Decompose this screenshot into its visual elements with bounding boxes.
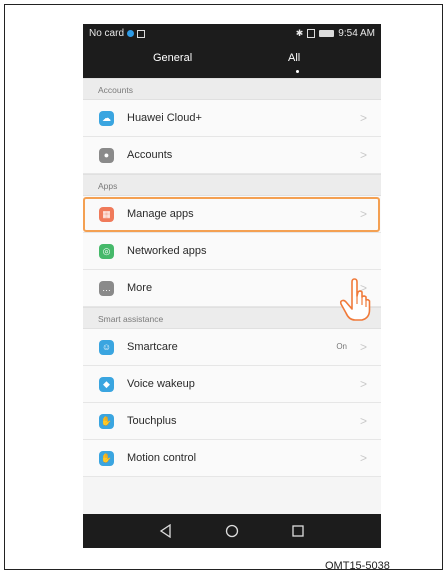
status-value: On (336, 342, 347, 351)
settings-item-accounts[interactable]: ● Accounts > (83, 137, 381, 174)
status-bar: No card ✱ 9:54 AM (83, 24, 381, 42)
carrier-text: No card (89, 28, 125, 39)
tab-selected-indicator (296, 70, 299, 73)
home-icon[interactable] (222, 521, 242, 541)
settings-item-huawei-cloud[interactable]: ☁ Huawei Cloud+ > (83, 100, 381, 137)
phone-screen: No card ✱ 9:54 AM General All Accounts ☁… (83, 24, 381, 548)
account-icon: ● (99, 148, 114, 163)
image-icon (137, 29, 146, 38)
chevron-right-icon: > (359, 340, 367, 354)
settings-item-label: Huawei Cloud+ (127, 112, 202, 124)
navigation-bar (83, 514, 381, 548)
settings-item-voice-wakeup[interactable]: ◆ Voice wakeup > (83, 366, 381, 403)
bluetooth-icon: ✱ (295, 28, 304, 38)
smartcare-icon: ☺ (99, 340, 114, 355)
settings-item-label: Networked apps (127, 245, 207, 257)
battery-icon (319, 30, 335, 37)
settings-item-touchplus[interactable]: ✋ Touchplus > (83, 403, 381, 440)
voice-icon: ◆ (99, 377, 114, 392)
chevron-right-icon: > (359, 148, 367, 162)
chevron-right-icon: > (359, 414, 367, 428)
more-icon: … (99, 281, 114, 296)
settings-item-label: Touchplus (127, 415, 177, 427)
settings-item-networked-apps[interactable]: ◎ Networked apps (83, 233, 381, 270)
settings-item-more[interactable]: … More > (83, 270, 381, 307)
tab-bar: General All (83, 42, 381, 78)
blue-dot-icon (127, 30, 135, 37)
chevron-right-icon: > (359, 377, 367, 391)
tab-general[interactable]: General (153, 52, 192, 64)
settings-item-label: Motion control (127, 452, 197, 464)
settings-item-label: Accounts (127, 149, 173, 161)
back-icon[interactable] (156, 521, 176, 541)
recent-apps-icon[interactable] (288, 521, 308, 541)
motion-icon: ✋ (99, 451, 114, 466)
tap-hand-icon (339, 278, 371, 321)
chevron-right-icon: > (359, 451, 367, 465)
sim-icon (307, 29, 316, 38)
settings-item-label: Voice wakeup (127, 378, 195, 390)
section-header-apps: Apps (83, 174, 381, 196)
cloud-icon: ☁ (99, 111, 114, 126)
section-header-smart-assistance: Smart assistance (83, 307, 381, 329)
chevron-right-icon: > (359, 207, 367, 221)
settings-item-manage-apps[interactable]: ▦ Manage apps > (83, 196, 381, 233)
figure-frame: No card ✱ 9:54 AM General All Accounts ☁… (4, 4, 443, 572)
tab-all[interactable]: All (288, 52, 300, 64)
section-header-accounts: Accounts (83, 78, 381, 100)
network-icon: ◎ (99, 244, 114, 259)
settings-item-label: Smartcare (127, 341, 178, 353)
settings-item-smartcare[interactable]: ☺ Smartcare On > (83, 329, 381, 366)
apps-grid-icon: ▦ (99, 207, 114, 222)
clock-text: 9:54 AM (338, 28, 375, 39)
settings-item-motion-control[interactable]: ✋ Motion control > (83, 440, 381, 477)
settings-item-label: Manage apps (127, 208, 194, 220)
settings-item-label: More (127, 282, 153, 294)
figure-caption: OMT15-5038 (325, 560, 390, 572)
touch-icon: ✋ (99, 414, 114, 429)
chevron-right-icon: > (359, 111, 367, 125)
